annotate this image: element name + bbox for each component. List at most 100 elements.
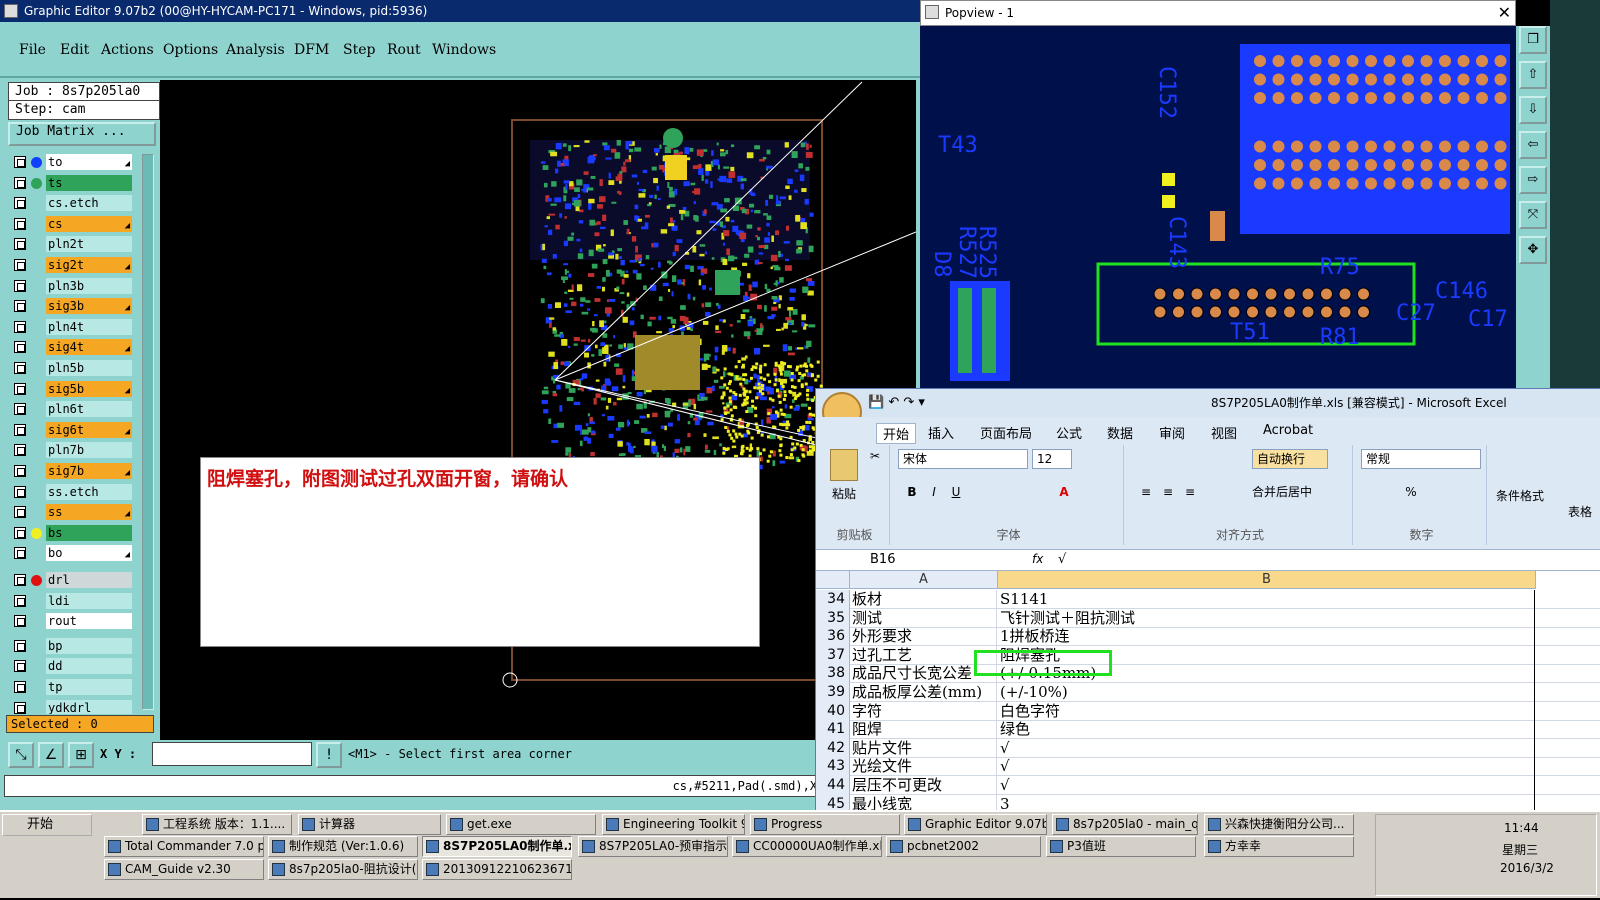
layer-checkbox[interactable]	[14, 279, 26, 292]
layer-checkbox[interactable]	[14, 217, 26, 230]
task-button[interactable]: 兴森快捷衡阳分公司...	[1204, 814, 1354, 835]
menu-edit[interactable]: Edit	[60, 42, 89, 58]
layer-row[interactable]: cs ◢	[14, 215, 132, 233]
fx-icon[interactable]: fx	[1032, 552, 1043, 566]
task-button[interactable]: 工程系统 版本：1.1....	[142, 814, 292, 835]
tab-acrobat[interactable]: Acrobat	[1263, 423, 1313, 438]
task-button[interactable]: Graphic Editor 9.07b2 (...	[904, 814, 1047, 835]
layer-label[interactable]: ldi	[46, 592, 132, 609]
layer-label[interactable]: bo ◢	[46, 545, 132, 562]
tab-insert[interactable]: 插入	[928, 423, 954, 442]
sheet-row[interactable]: 40 字符 白色字符	[816, 701, 1600, 721]
cell-b[interactable]: √	[998, 776, 1535, 795]
layer-label[interactable]: pln3b	[46, 277, 132, 294]
measure-icon[interactable]: ∠	[38, 742, 64, 768]
task-button[interactable]: Engineering Toolkit 9.0...	[602, 814, 745, 835]
pan-icon[interactable]: ✥	[1519, 236, 1547, 264]
number-format-combo[interactable]: 常规	[1361, 449, 1481, 469]
cell-b[interactable]: √	[998, 738, 1535, 758]
task-button[interactable]: Total Commander 7.0 pu...	[104, 836, 264, 857]
layer-row[interactable]: ldi	[14, 592, 132, 610]
layer-checkbox[interactable]	[14, 444, 26, 457]
cut-icon[interactable]: ✂	[870, 449, 880, 463]
align-center-icon[interactable]: ≡	[1158, 481, 1178, 501]
layer-row[interactable]: ts	[14, 174, 132, 192]
grid-icon[interactable]: ⊞	[68, 742, 94, 768]
layer-label[interactable]: pln5b	[46, 360, 132, 376]
sheet-row[interactable]: 37 过孔工艺 阻焊塞孔	[816, 645, 1600, 665]
layer-checkbox[interactable]	[14, 259, 26, 271]
cell-a[interactable]: 贴片文件	[850, 738, 997, 758]
layer-row[interactable]: pln2t	[14, 236, 132, 253]
layer-label[interactable]: ss ◢	[46, 504, 132, 521]
layer-checkbox[interactable]	[14, 506, 26, 519]
start-button[interactable]: 开始	[2, 814, 92, 836]
upload-icon[interactable]: ⇧	[1519, 61, 1547, 89]
quick-access-icons[interactable]: 💾 ↶ ↷ ▾	[868, 389, 925, 417]
layer-checkbox[interactable]	[14, 574, 26, 586]
layer-label[interactable]: drl	[46, 572, 132, 588]
layer-row[interactable]: ydkdrl	[14, 699, 132, 714]
paste-label[interactable]: 粘贴	[832, 485, 856, 502]
sheet-row[interactable]: 44 层压不可更改 √	[816, 776, 1600, 795]
tab-data[interactable]: 数据	[1107, 423, 1133, 442]
layer-checkbox[interactable]	[14, 320, 26, 333]
task-button[interactable]: pcbnet2002	[886, 836, 1041, 857]
layer-row[interactable]: pln3b	[14, 277, 132, 295]
sheet-row[interactable]: 41 阻焊 绿色	[816, 720, 1600, 740]
task-button[interactable]: 8s7p205la0 - main_qa	[1052, 814, 1198, 835]
bold-icon[interactable]: B	[902, 481, 922, 501]
layer-row[interactable]: pln7b	[14, 442, 132, 459]
italic-icon[interactable]: I	[924, 481, 944, 501]
tab-formula[interactable]: 公式	[1056, 423, 1082, 442]
layer-label[interactable]: to ◢	[46, 154, 132, 170]
col-header-a[interactable]: A	[850, 571, 998, 589]
layer-checkbox[interactable]	[14, 701, 26, 714]
table-format-button[interactable]: 表格	[1568, 503, 1592, 520]
layer-checkbox[interactable]	[14, 485, 26, 498]
layer-label[interactable]: tp	[46, 679, 132, 695]
cell-a[interactable]: 层压不可更改	[850, 776, 997, 795]
layer-row[interactable]: ss.etch	[14, 483, 132, 501]
layer-checkbox[interactable]	[14, 639, 26, 652]
layer-checkbox[interactable]	[14, 362, 26, 374]
sheet-row[interactable]: 39 成品板厚公差(mm) (+/-10%)	[816, 683, 1600, 702]
task-button[interactable]: 8s7p205la0-阻抗设计(N...	[268, 859, 418, 880]
cell-a[interactable]: 外形要求	[850, 627, 997, 647]
layer-row[interactable]: sig4t ◢	[14, 339, 132, 356]
cell-b[interactable]: 3	[998, 794, 1535, 811]
font-combo[interactable]: 宋体	[898, 449, 1028, 469]
menu-windows[interactable]: Windows	[432, 42, 496, 58]
layer-checkbox[interactable]	[14, 547, 26, 560]
layer-row[interactable]: drl	[14, 572, 132, 589]
task-button[interactable]: get.exe	[446, 814, 596, 835]
menu-actions[interactable]: Actions	[101, 42, 154, 58]
layer-row[interactable]: pln4t	[14, 318, 132, 336]
layer-label[interactable]: ydkdrl	[46, 699, 132, 714]
task-button[interactable]: P3值班	[1046, 836, 1196, 857]
cell-a[interactable]: 光绘文件	[850, 757, 997, 777]
name-box[interactable]: B16	[820, 552, 970, 568]
align-right-icon[interactable]: ≡	[1180, 481, 1200, 501]
paste-icon[interactable]	[830, 449, 858, 481]
layer-checkbox[interactable]	[14, 465, 26, 477]
cell-b[interactable]: 1拼板桥连	[998, 627, 1535, 647]
layer-label[interactable]: sig6t ◢	[46, 421, 132, 438]
layer-checkbox[interactable]	[14, 615, 26, 628]
menu-dfm[interactable]: DFM	[294, 42, 329, 58]
cell-a[interactable]: 成品板厚公差(mm)	[850, 683, 997, 702]
cell-a[interactable]: 字符	[850, 701, 997, 721]
task-button[interactable]: 方幸幸	[1204, 836, 1354, 857]
cell-a[interactable]: 最小线宽	[850, 794, 997, 811]
window-icon[interactable]: ❐	[1519, 26, 1547, 54]
layer-label[interactable]: sig7b ◢	[46, 463, 132, 479]
sheet-row[interactable]: 38 成品尺寸长宽公差 (+/-0.15mm)	[816, 664, 1600, 684]
menu-rout[interactable]: Rout	[387, 42, 421, 58]
task-button[interactable]: 制作规范 (Ver:1.0.6)	[268, 836, 418, 857]
layer-checkbox[interactable]	[14, 423, 26, 436]
layer-scrollbar[interactable]	[142, 154, 154, 710]
menu-analysis[interactable]: Analysis	[226, 42, 285, 58]
download-icon[interactable]: ⇩	[1519, 96, 1547, 124]
layer-row[interactable]: ss ◢	[14, 504, 132, 521]
layer-row[interactable]: sig2t ◢	[14, 257, 132, 274]
